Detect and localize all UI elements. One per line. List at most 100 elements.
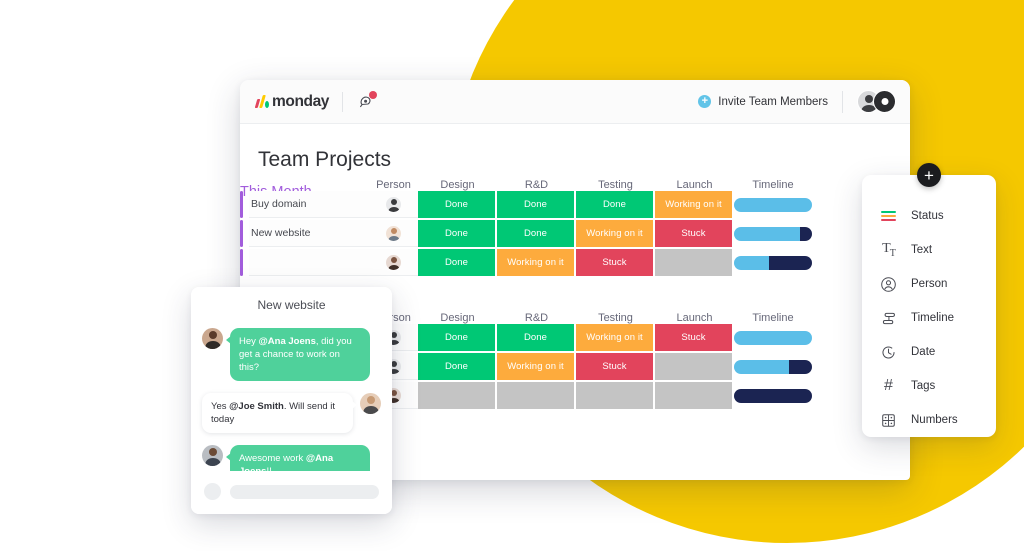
chat-message: Hey @Ana Joens, did you get a chance to … [202,328,381,381]
avatar [202,328,223,349]
toolbar-divider-2 [842,90,843,113]
column-type-item-date[interactable]: Date [862,335,996,369]
status-cell-rnd[interactable]: Working on it [497,353,574,380]
column-header-testing[interactable]: Testing [576,179,655,191]
page-title: Team Projects [258,148,392,171]
column-header-design[interactable]: Design [418,312,497,324]
person-cell[interactable] [369,249,418,276]
chat-message: Yes @Joe Smith. Will send it today [202,393,381,433]
column-type-item-text[interactable]: TT Text [862,233,996,267]
group-color-indicator [240,220,243,247]
chat-bubble: Yes @Joe Smith. Will send it today [202,393,357,433]
status-cell-testing[interactable]: Working on it [576,324,653,351]
avatar [386,225,401,241]
column-type-item-numbers[interactable]: Numbers [862,403,996,437]
status-cell-launch[interactable]: Stuck [655,324,732,351]
item-updates-popup: New website Hey @Ana Joens, did you get … [191,287,392,514]
status-cell-rnd[interactable]: Working on it [497,249,574,276]
status-cell-design[interactable]: Done [418,353,495,380]
column-header-launch[interactable]: Launch [655,312,734,324]
column-type-label: Timeline [911,312,955,324]
status-cell-rnd[interactable]: Done [497,191,574,218]
status-cell-testing[interactable] [576,382,653,409]
column-type-item-timeline[interactable]: Timeline [862,301,996,335]
timeline-cell[interactable] [734,191,812,218]
status-cell-launch[interactable]: Working on it [655,191,732,218]
status-cell-testing[interactable]: Stuck [576,249,653,276]
column-header-testing[interactable]: Testing [576,312,655,324]
group-color-indicator [240,249,243,276]
top-bar-right: + Invite Team Members [698,90,896,113]
plus-icon: + [698,95,712,108]
column-type-item-status[interactable]: Status [862,199,996,233]
date-icon [879,343,898,362]
column-header-rd[interactable]: R&D [497,312,576,324]
tags-icon: # [884,377,893,394]
status-cell-design[interactable]: Done [418,249,495,276]
timeline-cell[interactable] [734,382,812,409]
add-column-button[interactable]: + [917,163,941,187]
invite-team-members-button[interactable]: + Invite Team Members [698,95,828,108]
chat-bubble: Hey @Ana Joens, did you get a chance to … [226,328,370,381]
item-name-cell[interactable] [249,249,369,276]
status-cell-testing[interactable]: Done [576,191,653,218]
text-icon: TT [882,241,896,259]
column-header-person[interactable]: Person [369,179,418,191]
group-color-indicator [240,191,243,218]
board-table-group-1: Person Design R&D Testing Launch Timeline Buy … [240,179,880,278]
column-type-list: Status TT Text Person Timeline Date # Tags Numbe… [862,199,996,437]
column-type-label: Person [911,278,948,290]
column-header-timeline[interactable]: Timeline [734,312,812,324]
status-cell-rnd[interactable]: Done [497,324,574,351]
status-cell-rnd[interactable]: Done [497,220,574,247]
timeline-cell[interactable] [734,220,812,247]
column-header-design[interactable]: Design [418,179,497,191]
item-name-cell[interactable]: Buy domain [249,191,369,218]
toolbar-divider [342,91,344,112]
user-avatar-group[interactable] [857,90,896,113]
column-header-timeline[interactable]: Timeline [734,179,812,191]
app-top-bar: monday + Invite Team Members [240,80,910,124]
person-cell[interactable] [369,191,418,218]
column-type-label: Text [911,244,933,256]
timeline-cell[interactable] [734,353,812,380]
add-column-menu: + Status TT Text Person Timeline Date # Tags Num… [862,163,996,437]
notification-badge [369,90,378,99]
status-cell-testing[interactable]: Working on it [576,220,653,247]
table-row[interactable]: Buy domain Done Done Done Working on it [240,191,880,218]
avatar [202,445,223,466]
status-cell-launch[interactable] [655,382,732,409]
monday-logo[interactable]: monday [254,93,329,111]
status-cell-launch[interactable] [655,249,732,276]
bell-icon[interactable] [356,90,378,112]
chat-composer[interactable] [191,471,392,514]
table-header-row: Person Design R&D Testing Launch Timeline [240,179,880,191]
person-cell[interactable] [369,220,418,247]
composer-avatar [204,483,221,500]
column-type-item-person[interactable]: Person [862,267,996,301]
timeline-cell[interactable] [734,324,812,351]
timeline-icon [879,309,898,328]
avatar [386,254,401,270]
status-cell-launch[interactable]: Stuck [655,220,732,247]
timeline-cell[interactable] [734,249,812,276]
status-icon [879,207,898,226]
status-cell-design[interactable]: Done [418,191,495,218]
numbers-icon [879,411,898,430]
column-type-item-tags[interactable]: # Tags [862,369,996,403]
status-cell-design[interactable] [418,382,495,409]
chat-input[interactable] [230,484,379,499]
table-row[interactable]: Done Working on it Stuck [240,249,880,276]
item-name-cell[interactable]: New website [249,220,369,247]
status-cell-rnd[interactable] [497,382,574,409]
status-cell-design[interactable]: Done [418,324,495,351]
column-header-rd[interactable]: R&D [497,179,576,191]
table-row[interactable]: New website Done Done Working on it Stuck [240,220,880,247]
status-cell-design[interactable]: Done [418,220,495,247]
column-type-label: Numbers [911,414,958,426]
status-cell-testing[interactable]: Stuck [576,353,653,380]
status-cell-launch[interactable] [655,353,732,380]
column-header-launch[interactable]: Launch [655,179,734,191]
monday-logo-mark-icon [254,95,269,108]
column-type-label: Tags [911,380,936,392]
